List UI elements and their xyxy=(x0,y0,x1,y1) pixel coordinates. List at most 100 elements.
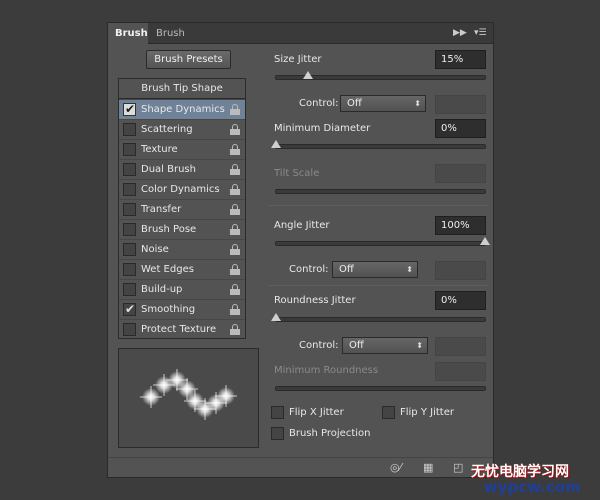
brush-preview-canvas xyxy=(140,369,237,420)
option-checkbox[interactable]: ✔ xyxy=(123,302,136,316)
checkmark-icon: ✔ xyxy=(125,302,136,316)
control-select-2-value: Off xyxy=(339,264,354,275)
fast-forward-icon[interactable]: ▶▶ xyxy=(453,27,467,40)
roundness-jitter-field[interactable]: 0% xyxy=(435,291,486,310)
control-1-extra-field xyxy=(435,95,486,114)
roundness-jitter-thumb[interactable] xyxy=(271,313,281,321)
option-checkbox[interactable] xyxy=(123,223,136,236)
lock-icon[interactable] xyxy=(230,204,240,216)
option-checkbox[interactable] xyxy=(123,163,136,176)
lock-icon[interactable] xyxy=(230,224,240,236)
select-arrows-icon: ⬍ xyxy=(406,265,413,274)
brush-tip-shape-header[interactable]: Brush Tip Shape xyxy=(119,79,245,99)
sparkle-stroke xyxy=(140,369,237,420)
tilt-scale-field xyxy=(435,164,486,183)
option-checkbox[interactable] xyxy=(123,123,136,136)
min-roundness-field xyxy=(435,362,486,381)
min-roundness-label: Minimum Roundness xyxy=(274,365,379,376)
roundness-jitter-slider[interactable] xyxy=(271,313,486,322)
section-divider-1 xyxy=(268,205,488,206)
option-row[interactable]: Texture xyxy=(119,139,245,159)
option-row[interactable]: Transfer xyxy=(119,199,245,219)
control-label-1: Control: xyxy=(299,98,339,109)
option-checkbox[interactable] xyxy=(123,143,136,156)
tab-brush[interactable]: Brush xyxy=(108,23,148,44)
min-diameter-field[interactable]: 0% xyxy=(435,119,486,138)
option-row[interactable]: Dual Brush xyxy=(119,159,245,179)
option-row[interactable]: ✔ Smoothing xyxy=(119,299,245,319)
angle-jitter-thumb[interactable] xyxy=(480,237,490,245)
lock-icon[interactable] xyxy=(230,284,240,296)
option-checkbox[interactable] xyxy=(123,203,136,216)
angle-jitter-slider[interactable] xyxy=(275,237,490,246)
brush-panel: Brush Brush Presets ▶▶ ▾☰ Brush Presets … xyxy=(107,22,494,478)
lock-icon[interactable] xyxy=(230,244,240,256)
lock-icon[interactable] xyxy=(230,144,240,156)
option-checkbox[interactable] xyxy=(123,283,136,296)
min-diameter-slider[interactable] xyxy=(271,140,486,149)
panel-tab-bar: Brush Brush Presets ▶▶ ▾☰ xyxy=(108,23,493,60)
lock-icon[interactable] xyxy=(230,304,240,316)
angle-jitter-field[interactable]: 100% xyxy=(435,216,486,235)
option-row[interactable]: Noise xyxy=(119,239,245,259)
option-row[interactable]: ✔ Shape Dynamics xyxy=(119,99,245,119)
option-checkbox[interactable] xyxy=(123,183,136,196)
lock-icon[interactable] xyxy=(230,184,240,196)
lock-icon[interactable] xyxy=(230,264,240,276)
control-3-extra-field xyxy=(435,337,486,356)
control-select-3-value: Off xyxy=(349,340,364,351)
control-select-1[interactable]: Off ⬍ xyxy=(340,95,426,112)
option-row[interactable]: Color Dynamics xyxy=(119,179,245,199)
option-checkbox[interactable] xyxy=(123,243,136,256)
size-jitter-field[interactable]: 15% xyxy=(435,50,486,69)
size-jitter-slider[interactable] xyxy=(275,71,486,80)
option-row[interactable]: Scattering xyxy=(119,119,245,139)
control-2-extra-field xyxy=(435,261,486,280)
option-row[interactable]: Wet Edges xyxy=(119,259,245,279)
option-label: Color Dynamics xyxy=(141,184,220,195)
option-row[interactable]: Brush Pose xyxy=(119,219,245,239)
option-checkbox[interactable]: ✔ xyxy=(123,102,136,116)
option-label: Smoothing xyxy=(141,304,196,315)
panel-menu-icon[interactable]: ▾☰ xyxy=(474,27,487,40)
lock-icon[interactable] xyxy=(230,164,240,176)
flip-y-label: Flip Y Jitter xyxy=(400,407,454,418)
option-label: Build-up xyxy=(141,284,183,295)
control-label-2: Control: xyxy=(289,264,329,275)
option-label: Shape Dynamics xyxy=(141,104,225,115)
option-row[interactable]: Build-up xyxy=(119,279,245,299)
control-select-3[interactable]: Off ⬍ xyxy=(342,337,428,354)
flip-x-checkbox[interactable] xyxy=(271,406,284,419)
size-jitter-thumb[interactable] xyxy=(303,71,313,79)
brush-presets-button[interactable]: Brush Presets xyxy=(146,50,231,69)
toggle-live-tip-icon[interactable]: ◎⁄ xyxy=(390,461,401,475)
control-select-2[interactable]: Off ⬍ xyxy=(332,261,418,278)
control-select-1-value: Off xyxy=(347,98,362,109)
brush-options-list: Brush Tip Shape ✔ Shape Dynamics Scatterin… xyxy=(118,78,246,339)
angle-jitter-label: Angle Jitter xyxy=(274,220,330,231)
option-checkbox[interactable] xyxy=(123,263,136,276)
lock-icon[interactable] xyxy=(230,104,240,116)
brush-projection-label: Brush Projection xyxy=(289,428,371,439)
watermark-url: wypcw.com xyxy=(484,478,581,496)
min-roundness-slider xyxy=(275,386,486,391)
tab-brush-presets[interactable]: Brush Presets xyxy=(149,23,227,60)
min-diameter-label: Minimum Diameter xyxy=(274,123,371,134)
option-label: Scattering xyxy=(141,124,193,135)
option-label: Protect Texture xyxy=(141,324,217,335)
new-preset-icon[interactable]: ◰ xyxy=(453,461,463,475)
flip-y-checkbox[interactable] xyxy=(382,406,395,419)
min-diameter-thumb[interactable] xyxy=(271,140,281,148)
option-row[interactable]: Protect Texture xyxy=(119,319,245,339)
flip-x-label: Flip X Jitter xyxy=(289,407,344,418)
option-label: Brush Pose xyxy=(141,224,197,235)
select-arrows-icon: ⬍ xyxy=(414,99,421,108)
grid-icon[interactable]: ▦ xyxy=(423,461,433,475)
lock-icon[interactable] xyxy=(230,324,240,336)
select-arrows-icon: ⬍ xyxy=(416,341,423,350)
lock-icon[interactable] xyxy=(230,124,240,136)
option-checkbox[interactable] xyxy=(123,323,136,336)
option-label: Noise xyxy=(141,244,169,255)
brush-projection-checkbox[interactable] xyxy=(271,427,284,440)
control-label-3: Control: xyxy=(299,340,339,351)
